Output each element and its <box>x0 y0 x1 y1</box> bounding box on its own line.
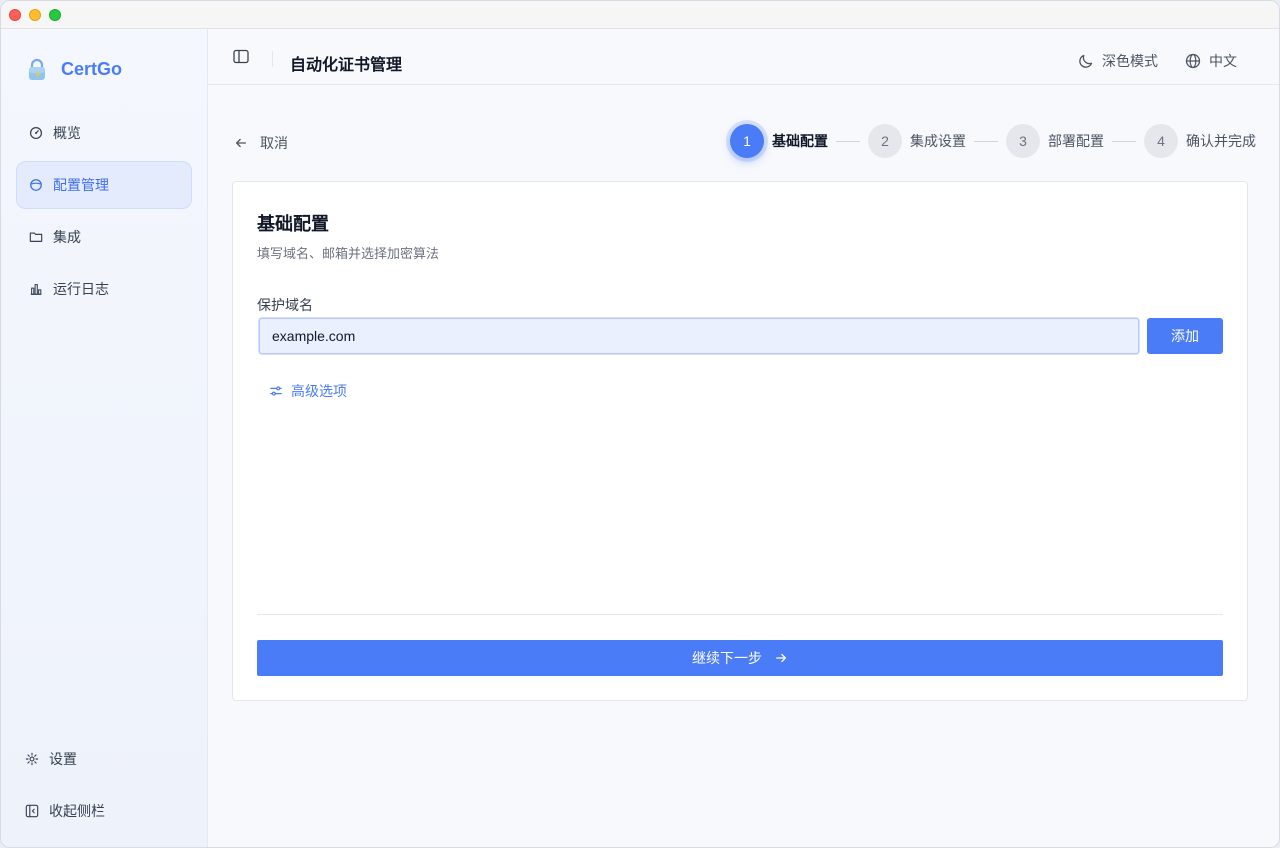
sidebar-item-integrations[interactable]: 集成 <box>16 213 192 261</box>
main-content: 取消 1 基础配置 2 集成设置 3 部署配置 4 确认并完成 基础配置 填写域… <box>208 85 1279 847</box>
folder-icon <box>29 232 43 242</box>
globe-icon <box>1185 53 1201 69</box>
advanced-options-label: 高级选项 <box>291 383 347 399</box>
sidebar-item-label: 配置管理 <box>53 177 109 193</box>
sidebar: CertGo 概览 配置管理 集成 运行日志 设置 收起侧栏 <box>1 29 208 847</box>
maximize-window-button[interactable] <box>49 9 61 21</box>
step-connector <box>836 140 860 142</box>
step-number: 1 <box>730 124 764 158</box>
step-basic-config[interactable]: 1 基础配置 <box>730 124 828 158</box>
moon-icon <box>1079 54 1093 68</box>
sidebar-toggle-icon[interactable] <box>232 49 250 65</box>
card-title: 基础配置 <box>257 214 329 234</box>
sidebar-item-label: 运行日志 <box>53 281 109 297</box>
sidebar-item-logs[interactable]: 运行日志 <box>16 265 192 313</box>
cancel-button[interactable]: 取消 <box>234 133 288 153</box>
sidebar-item-config-management[interactable]: 配置管理 <box>16 161 192 209</box>
card-subtitle: 填写域名、邮箱并选择加密算法 <box>257 246 440 261</box>
title-bar <box>1 1 1279 29</box>
gauge-icon <box>29 126 43 140</box>
top-header: 自动化证书管理 深色模式 中文 <box>208 29 1279 85</box>
app-window: CertGo 概览 配置管理 集成 运行日志 设置 收起侧栏 自动化证书管理 深… <box>0 0 1280 848</box>
next-step-label: 继续下一步 <box>692 650 762 666</box>
settings-label: 设置 <box>49 751 77 767</box>
domain-input[interactable] <box>259 318 1139 354</box>
dark-mode-toggle[interactable]: 深色模式 <box>1078 51 1158 71</box>
cancel-label: 取消 <box>260 135 288 151</box>
step-label: 确认并完成 <box>1186 133 1256 149</box>
step-deploy-config[interactable]: 3 部署配置 <box>1006 124 1104 158</box>
advanced-options-toggle[interactable]: 高级选项 <box>269 381 347 401</box>
step-number: 3 <box>1006 124 1040 158</box>
gear-icon <box>25 752 39 766</box>
step-number: 4 <box>1144 124 1178 158</box>
divider <box>257 614 1223 615</box>
minimize-window-button[interactable] <box>29 9 41 21</box>
arrow-left-icon <box>235 138 247 148</box>
brand-name: CertGo <box>61 58 123 79</box>
brand: CertGo <box>25 57 122 81</box>
step-connector <box>1112 140 1136 142</box>
basic-config-card: 基础配置 填写域名、邮箱并选择加密算法 保护域名 添加 高级选项 继续下一步 <box>232 181 1248 701</box>
step-label: 基础配置 <box>772 133 828 149</box>
step-number: 2 <box>868 124 902 158</box>
page-title: 自动化证书管理 <box>290 57 403 74</box>
language-switcher[interactable]: 中文 <box>1185 51 1237 71</box>
step-label: 部署配置 <box>1048 133 1104 149</box>
language-label: 中文 <box>1209 53 1237 69</box>
header-divider <box>272 51 273 67</box>
domain-field-label: 保护域名 <box>257 297 313 313</box>
step-connector <box>974 140 998 142</box>
dark-mode-label: 深色模式 <box>1102 53 1158 69</box>
sidebar-item-overview[interactable]: 概览 <box>16 109 192 157</box>
close-window-button[interactable] <box>9 9 21 21</box>
circle-icon <box>30 179 42 191</box>
collapse-sidebar-button[interactable]: 收起侧栏 <box>25 801 105 821</box>
settings-button[interactable]: 设置 <box>25 749 77 769</box>
collapse-sidebar-icon <box>25 804 39 818</box>
sidebar-item-label: 集成 <box>53 229 81 245</box>
next-step-button[interactable]: 继续下一步 <box>257 640 1223 676</box>
step-label: 集成设置 <box>910 133 966 149</box>
sidebar-item-label: 概览 <box>53 125 81 141</box>
collapse-label: 收起侧栏 <box>49 803 105 819</box>
add-domain-button[interactable]: 添加 <box>1147 318 1223 354</box>
bar-chart-icon <box>30 284 42 295</box>
arrow-right-icon <box>775 653 787 663</box>
sliders-icon <box>270 386 282 396</box>
wizard-stepper: 1 基础配置 2 集成设置 3 部署配置 4 确认并完成 <box>730 123 1256 159</box>
lock-logo-icon <box>25 57 49 81</box>
step-integration-settings[interactable]: 2 集成设置 <box>868 124 966 158</box>
step-confirm[interactable]: 4 确认并完成 <box>1144 124 1256 158</box>
